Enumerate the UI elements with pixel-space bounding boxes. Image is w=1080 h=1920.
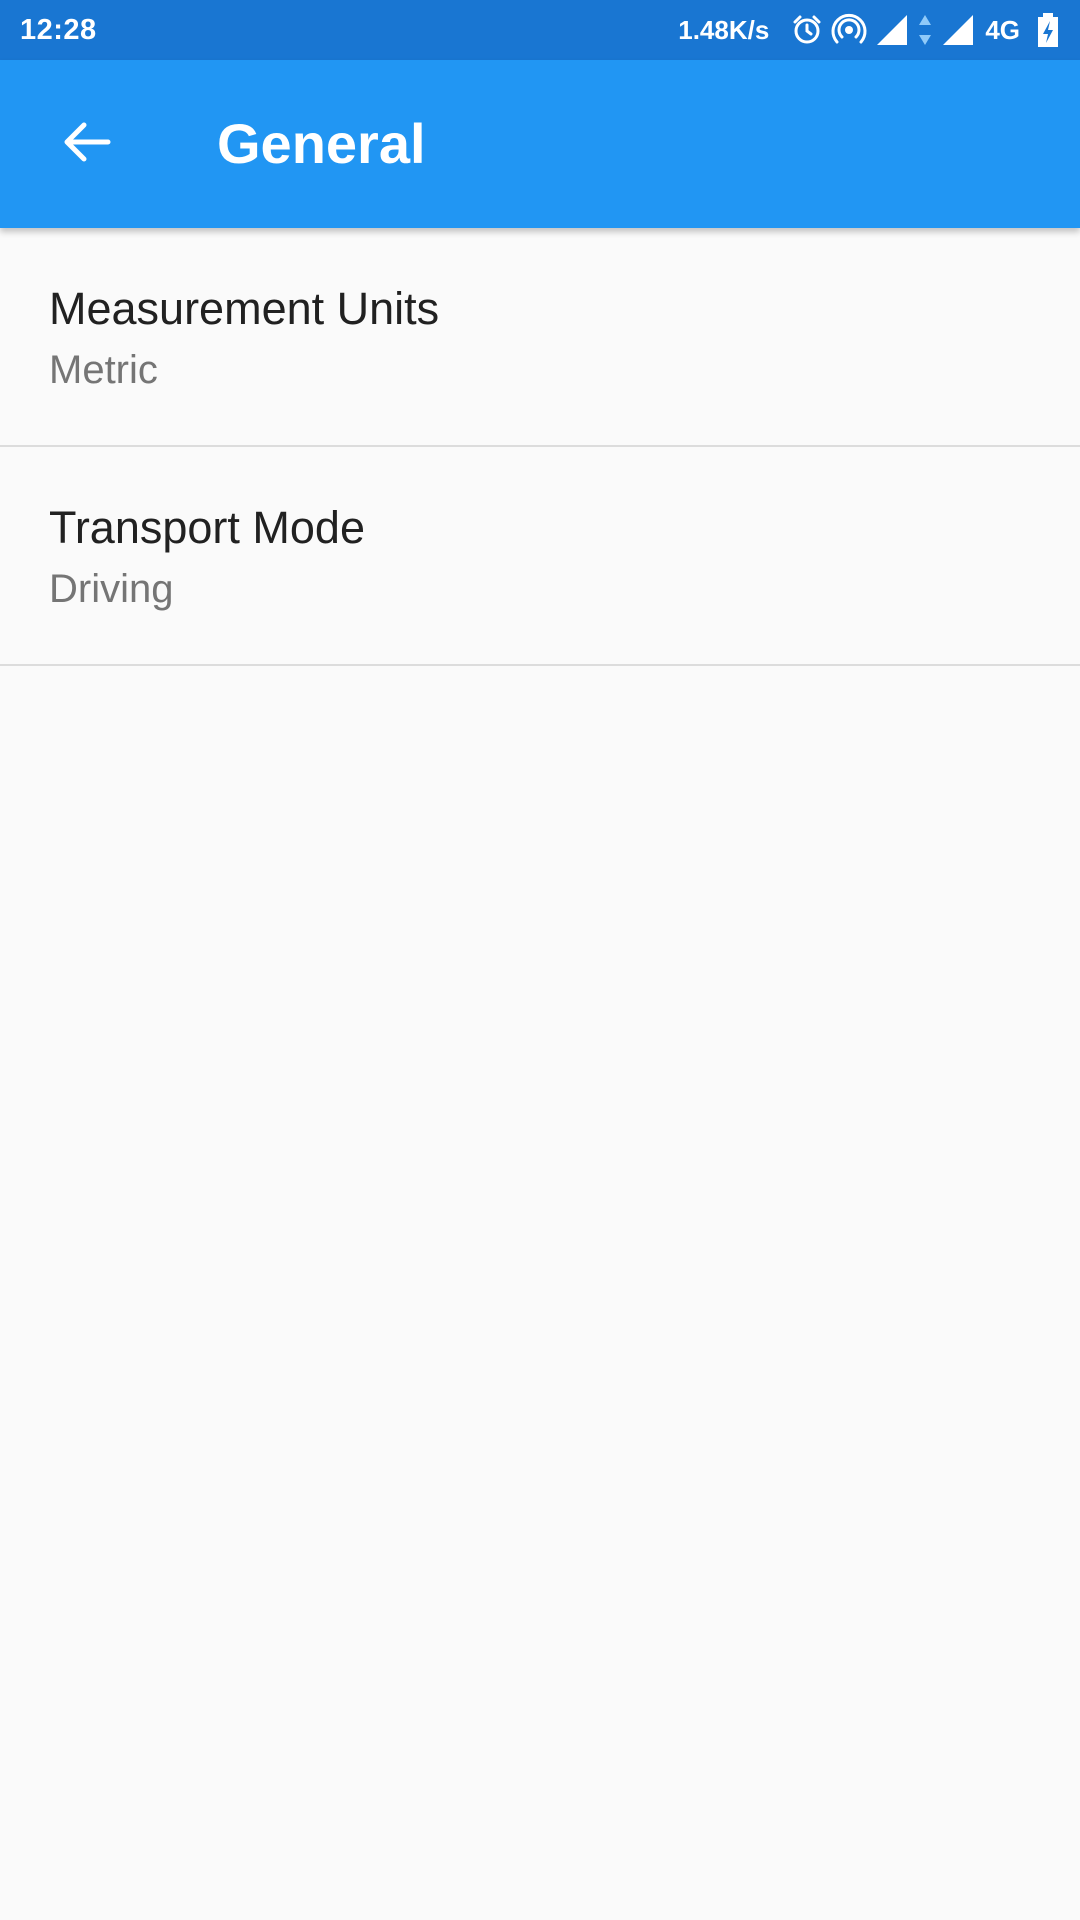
preference-transport-mode[interactable]: Transport Mode Driving (0, 447, 1080, 666)
back-button[interactable] (34, 92, 138, 196)
preference-summary: Metric (49, 348, 158, 392)
signal-icon (941, 13, 975, 47)
page-title: General (217, 112, 426, 175)
alarm-icon (791, 14, 823, 46)
hotspot-icon (831, 12, 867, 48)
network-type: 4G (985, 14, 1020, 45)
status-bar: 12:28 1.48K/s 4G (0, 0, 1080, 60)
preference-summary: Driving (49, 567, 174, 611)
status-time: 12:28 (20, 13, 97, 46)
data-arrows-icon (917, 13, 933, 47)
preference-title: Measurement Units (49, 283, 440, 334)
preference-measurement-units[interactable]: Measurement Units Metric (0, 228, 1080, 447)
preference-list: Measurement Units Metric Transport Mode … (0, 228, 1080, 666)
signal-icon (875, 13, 909, 47)
arrow-back-icon (60, 116, 112, 173)
preference-title: Transport Mode (49, 502, 365, 553)
network-speed: 1.48K/s (678, 14, 770, 45)
app-bar: General (0, 60, 1080, 228)
status-icons: 1.48K/s 4G (678, 0, 1060, 60)
battery-charging-icon (1036, 12, 1060, 48)
